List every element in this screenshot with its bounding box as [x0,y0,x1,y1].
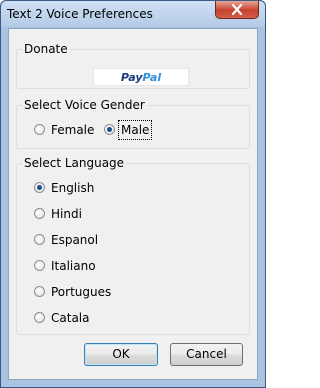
close-icon [231,4,243,15]
english-label: English [51,181,95,195]
male-label: Male [117,120,153,140]
language-group-label: Select Language [22,155,127,171]
catala-label: Catala [51,311,90,325]
cancel-button[interactable]: Cancel [170,343,243,366]
english-radio[interactable] [34,182,45,193]
italiano-label: Italiano [51,259,96,273]
donate-group: Donate PayPal [16,41,250,89]
window-title: Text 2 Voice Preferences [7,7,153,21]
donate-group-label: Donate [22,41,70,57]
ok-button[interactable]: OK [84,343,158,366]
italiano-radio[interactable] [34,260,45,271]
paypal-logo-part1: Pay [120,71,143,84]
paypal-donate-button[interactable]: PayPal [93,68,189,86]
female-radio[interactable] [34,124,45,135]
paypal-logo-part2: Pal [142,71,162,84]
portugues-radio[interactable] [34,286,45,297]
espanol-radio[interactable] [34,234,45,245]
title-bar[interactable]: Text 2 Voice Preferences [1,1,265,27]
voice-gender-group-label: Select Voice Gender [22,97,147,113]
hindi-radio[interactable] [34,208,45,219]
language-group: Select Language English Hindi Espanol It… [16,155,250,335]
hindi-label: Hindi [51,207,82,221]
catala-radio[interactable] [34,312,45,323]
close-button[interactable] [215,1,259,19]
female-label: Female [51,123,95,137]
preferences-dialog: Text 2 Voice Preferences Donate PayPal S… [0,0,266,388]
dialog-body: Donate PayPal Select Voice Gender Female… [8,28,258,380]
espanol-label: Espanol [51,233,99,247]
voice-gender-group: Select Voice Gender Female Male [16,97,250,149]
portugues-label: Portugues [51,285,112,299]
male-radio[interactable] [104,124,115,135]
